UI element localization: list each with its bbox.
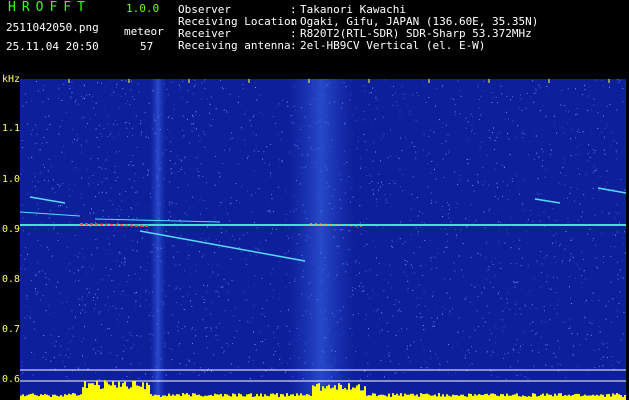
file-datetime: 25.11.04 20:50 — [6, 40, 99, 53]
file-name: 2511042050.png — [6, 21, 99, 34]
doppler-streak-5 — [534, 198, 561, 204]
antenna-sep: : — [290, 39, 297, 52]
doppler-streak-1 — [29, 196, 66, 204]
doppler-streak-6 — [597, 187, 626, 194]
y-axis-unit: kHz — [2, 74, 21, 85]
app-version: 1.0.0 — [126, 2, 160, 15]
meteor-label: meteor — [124, 25, 164, 38]
y-tick-0-6: 0.6 — [2, 374, 21, 385]
doppler-streak-2 — [20, 211, 81, 217]
y-tick-0-7: 0.7 — [2, 324, 21, 335]
noise-band-1 — [150, 79, 166, 400]
y-tick-1-0: 1.0 — [2, 174, 21, 185]
app-brand: HROFFT — [8, 0, 91, 15]
y-tick-1-1: 1.1 — [2, 123, 21, 134]
header-panel: HROFFT 1.0.0 2511042050.png 25.11.04 20:… — [0, 0, 629, 76]
antenna-label: Receiving antenna — [178, 39, 291, 52]
y-tick-0-8: 0.8 — [2, 274, 21, 285]
noise-band-2 — [288, 79, 354, 400]
antenna-value: 2el-HB9CV Vertical (el. E-W) — [300, 39, 486, 52]
meteor-count: 57 — [140, 40, 154, 53]
spectrogram-plot — [20, 79, 626, 400]
y-tick-0-9: 0.9 — [2, 224, 21, 235]
spectrogram-canvas — [20, 79, 626, 400]
